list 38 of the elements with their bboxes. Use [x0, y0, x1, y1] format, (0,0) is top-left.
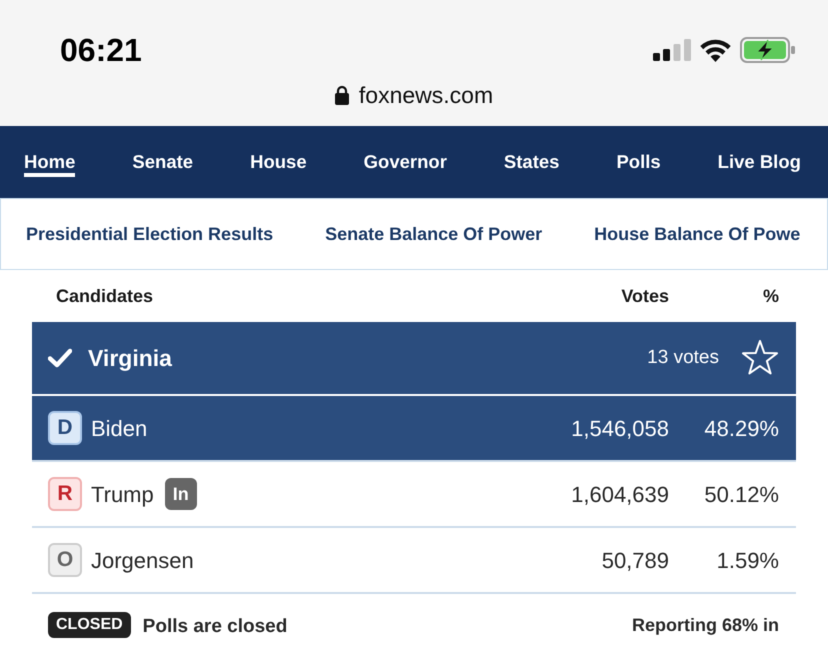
nav-tab[interactable]: Governor [364, 147, 447, 177]
incumbent-tag: In [164, 478, 197, 510]
party-tag: O [48, 543, 82, 577]
candidate-name: Jorgensen [91, 546, 194, 575]
clock-time: 06:21 [60, 31, 142, 70]
vote-percent: 48.29% [703, 414, 779, 442]
status-tag: CLOSED [48, 612, 131, 638]
nav-tab[interactable]: Senate [132, 147, 194, 177]
state-name: Virginia [88, 344, 172, 373]
battery-charging-icon [740, 37, 795, 63]
vote-count: 1,604,639 [571, 480, 669, 508]
party-tag: R [48, 477, 82, 511]
vote-percent: 50.12% [703, 480, 779, 508]
wifi-icon [698, 38, 733, 62]
nav-tab[interactable]: House [250, 147, 307, 177]
candidate-name: Biden [91, 414, 148, 442]
url-text[interactable]: foxnews.com [358, 80, 494, 110]
favorite-star-icon[interactable] [741, 339, 779, 377]
subnav-link[interactable]: Presidential Election Results [26, 222, 274, 246]
nav-tab[interactable]: Live Blog [718, 147, 801, 177]
electoral-votes: 13 votes [647, 346, 719, 370]
nav-tab[interactable]: States [504, 147, 560, 177]
column-header: Candidates [56, 284, 154, 308]
polls-status-text: Polls are closed [142, 614, 288, 639]
subnav-link[interactable]: Senate Balance Of Power [325, 222, 542, 246]
nav-tab[interactable]: Polls [616, 147, 661, 177]
party-tag: D [48, 411, 82, 445]
signal-icon [653, 39, 691, 61]
vote-count: 1,546,058 [571, 414, 669, 442]
nav-tab[interactable]: Home [24, 147, 76, 177]
column-header: Votes [621, 284, 669, 308]
subnav-link[interactable]: House Balance Of Powe [594, 222, 800, 246]
column-header: % [762, 284, 779, 308]
candidate-name: Trump [91, 480, 154, 509]
vote-percent: 1.59% [716, 546, 779, 574]
lock-icon [334, 85, 349, 105]
reporting-text: Reporting 68% in [632, 614, 779, 637]
vote-count: 50,789 [602, 546, 669, 574]
